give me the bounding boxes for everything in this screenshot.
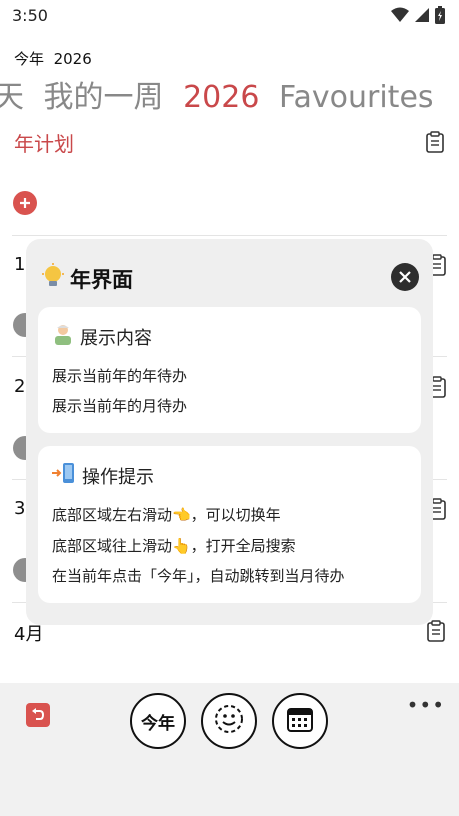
cellular-signal-icon: [415, 7, 429, 27]
card-line: 展示当前年的月待办: [52, 397, 188, 415]
card-line: 展示当前年的年待办: [52, 367, 188, 385]
status-time: 3:50: [12, 6, 48, 25]
divider: [12, 235, 447, 236]
view-tab-strip[interactable]: 天 我的一周 2026 Favourites 坊: [0, 72, 453, 114]
today-year-label: 今年: [141, 713, 175, 734]
close-button[interactable]: [391, 263, 419, 291]
add-year-task-button[interactable]: [13, 191, 37, 215]
battery-icon: [435, 6, 445, 28]
content-card: 展示内容 展示当前年的年待办 展示当前年的月待办: [38, 307, 421, 433]
status-bar: 3:50: [0, 0, 459, 30]
month-label: 1: [14, 254, 26, 275]
clipboard-icon[interactable]: [427, 620, 445, 642]
section-title: 年计划: [14, 132, 74, 156]
card-line: 在当前年点击「今年」，自动跳转到当月待办: [52, 567, 345, 585]
status-icons: [391, 6, 445, 28]
popup-title-text: 年界面: [70, 267, 133, 292]
bottom-bar[interactable]: ••• 今年: [0, 683, 459, 816]
tab-favourites[interactable]: Favourites: [279, 80, 434, 114]
card-heading: 展示内容: [52, 323, 152, 350]
teacher-icon: [52, 323, 74, 350]
calendar-icon: [286, 705, 314, 737]
today-year-button[interactable]: 今年: [130, 693, 186, 749]
tab-day[interactable]: 天: [0, 72, 24, 114]
tab-year[interactable]: 2026: [183, 80, 259, 114]
month-label: 3: [14, 498, 26, 519]
card-line: 底部区域左右滑动👈，可以切换年: [52, 506, 281, 524]
month-label: 2: [14, 376, 26, 397]
help-popup: 年界面 展示内容 展示当前年的年待办 展示当前年的月待办 操作提示 底部区域左右…: [26, 239, 433, 625]
mood-button[interactable]: [201, 693, 257, 749]
lightbulb-icon: [40, 263, 66, 294]
year-value: 2026: [53, 50, 92, 68]
card-line: 底部区域往上滑动👆，打开全局搜索: [52, 537, 296, 555]
undo-button[interactable]: [26, 703, 50, 727]
card-heading: 操作提示: [52, 462, 154, 489]
more-options-button[interactable]: •••: [407, 693, 445, 717]
tips-card: 操作提示 底部区域左右滑动👈，可以切换年 底部区域往上滑动👆，打开全局搜索 在当…: [38, 446, 421, 603]
wifi-icon: [391, 7, 409, 27]
tab-my-week[interactable]: 我的一周: [44, 72, 164, 114]
year-prefix: 今年: [14, 50, 45, 68]
popup-title: 年界面: [40, 263, 133, 294]
card-heading-text: 展示内容: [80, 327, 152, 349]
smiley-icon: [214, 704, 244, 738]
current-year-line: 今年 2026: [14, 48, 92, 69]
phone-arrow-icon: [52, 462, 76, 489]
clipboard-icon[interactable]: [426, 131, 444, 153]
calendar-button[interactable]: [272, 693, 328, 749]
card-heading-text: 操作提示: [82, 466, 154, 488]
